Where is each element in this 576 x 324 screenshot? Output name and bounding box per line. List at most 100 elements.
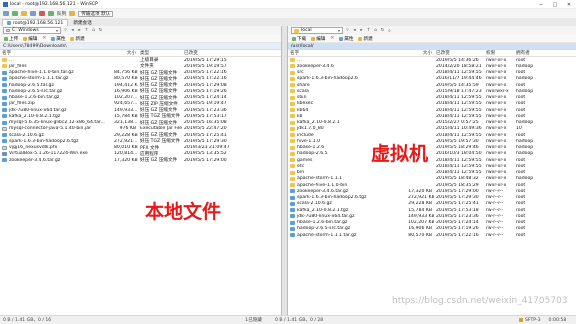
file-row[interactable]: jar_files 文件夹 2019/5/5 19:19:57 bbox=[0, 63, 281, 69]
properties-button[interactable]: 属性 bbox=[50, 36, 66, 42]
file-row[interactable]: scala-2.10.6.gz 29,228 KB 2019/5/5 17:25:4… bbox=[288, 201, 576, 207]
remote-edit-button[interactable]: 编辑 bbox=[310, 36, 326, 42]
local-view-icon[interactable] bbox=[3, 11, 9, 16]
properties-icon bbox=[339, 36, 344, 41]
local-path-bar[interactable]: C:\Users\78499\Downloads\ bbox=[0, 43, 281, 50]
minimize-button[interactable]: ─ bbox=[534, 0, 548, 9]
session-tab[interactable]: root@192.168.56.121 bbox=[2, 19, 69, 26]
file-type: 好压 TGZ 压缩文件 bbox=[140, 114, 180, 120]
file-changed: 2019/5/5 17:24:14 bbox=[436, 220, 479, 226]
file-row[interactable]: mysql-5.6.35-linux-glibc2.12-x86_64.tar.… bbox=[0, 120, 281, 126]
file-owner: hadoop bbox=[516, 120, 534, 126]
edit-button[interactable]: 编辑 bbox=[22, 36, 38, 42]
new-session-tab[interactable]: 新建会话 bbox=[68, 19, 97, 26]
transfer-options-select[interactable]: 传输选项 默认 bbox=[78, 10, 114, 17]
file-name-text: apache-storm-1.1.1.tar.gz bbox=[297, 232, 357, 238]
file-owner: root bbox=[516, 232, 526, 238]
filter-icon[interactable]: ▿ bbox=[345, 28, 350, 33]
queue-icon[interactable] bbox=[48, 11, 54, 16]
file-row[interactable]: zookeeper-3.4.6.tar.gz 17,320 KB 好压 GZ 压缩文… bbox=[0, 157, 281, 163]
file-row[interactable]: apache-hive-1.1.0-bin.tar.gz 84,756 KB 好压 … bbox=[0, 70, 281, 76]
file-permissions: rw-r--r-- bbox=[486, 207, 504, 213]
root-directory-icon[interactable]: ⌂ bbox=[373, 28, 378, 33]
file-size: 80,570 KB bbox=[114, 76, 138, 82]
file-row[interactable]: jdk-7u80-linux-x64.tar.gz 149,933... 好压 GZ… bbox=[0, 107, 281, 113]
file-name-text: apache-hive-1.1.0-bin.tar.gz bbox=[9, 70, 74, 76]
column-size[interactable]: 大小 bbox=[112, 50, 138, 56]
file-name-text: jdk-7u80-linux-x64.tar.gz bbox=[297, 213, 355, 219]
column-name[interactable]: 名字 bbox=[288, 50, 406, 56]
file-row[interactable]: hadoop-2.6.5-src.tar.gz 16,906 KB 2019/5/5… bbox=[288, 226, 576, 232]
file-row[interactable]: hadoop-2.6.5.tar.gz 194,412 KB 好压 GZ 压缩文件 2… bbox=[0, 82, 281, 88]
file-row[interactable]: spark-1.6.3-bin-hadoop2.6.tgz 272,921 KB 2… bbox=[288, 195, 576, 201]
file-name: scala-2.10.6.gz bbox=[288, 201, 406, 206]
file-row[interactable]: mysql-connector-java-5.1.40-bin.jar 976 K… bbox=[0, 126, 281, 132]
file-row[interactable]: hbase-1.2.6-bin.tar.gz 102,207 KB 2019/5/5… bbox=[288, 220, 576, 226]
root-directory-icon[interactable]: ⌂ bbox=[91, 28, 96, 33]
column-permissions[interactable]: 权限 bbox=[484, 50, 514, 56]
column-changed[interactable]: 已改变 bbox=[182, 50, 240, 56]
find-files-icon[interactable]: ⌕ bbox=[387, 28, 392, 34]
maximize-button[interactable]: □ bbox=[548, 0, 562, 9]
transfer-options-label: 传输选项 默认 bbox=[81, 11, 111, 17]
local-files-annotation: 本地文件 bbox=[145, 201, 222, 223]
file-row[interactable]: apache-storm-1.1.1.tar.gz 80,570 KB 2019/5… bbox=[288, 232, 576, 238]
filter-icon[interactable]: ▿ bbox=[63, 28, 68, 33]
console-icon[interactable] bbox=[30, 11, 36, 16]
file-changed: 2019/5/5 17:23:36 bbox=[436, 213, 479, 219]
back-icon[interactable]: ◂ bbox=[352, 28, 357, 33]
delete-button[interactable]: ✕ bbox=[41, 36, 47, 42]
synchronize-icon[interactable] bbox=[12, 11, 18, 16]
file-name: jar_files bbox=[0, 64, 112, 69]
folder-compare-icon[interactable] bbox=[21, 11, 27, 16]
upload-button[interactable]: 上传 bbox=[3, 36, 19, 42]
close-button[interactable]: ✕ bbox=[562, 0, 576, 9]
file-changed: 2018/4/11 12:59:55 bbox=[436, 70, 482, 76]
file-name: kafka_2.10-0.8.2.1 bbox=[288, 120, 406, 125]
download-label: 下载 bbox=[297, 36, 307, 42]
parent-directory-icon[interactable]: ↑ bbox=[84, 28, 89, 33]
file-name: zookeeper-3.4.6.tar.gz bbox=[0, 158, 112, 163]
new-button[interactable]: 新建 bbox=[69, 36, 85, 42]
refresh-icon[interactable]: ↻ bbox=[98, 28, 103, 33]
refresh-icon[interactable]: ↻ bbox=[380, 28, 385, 33]
queue-label[interactable]: 队列 bbox=[57, 11, 66, 17]
file-size: 272,921 KB bbox=[408, 195, 434, 201]
file-row[interactable]: .. 上级目录 2019/5/5 17:29:15 bbox=[0, 57, 281, 63]
remote-properties-button[interactable]: 属性 bbox=[338, 36, 354, 42]
column-name[interactable]: 名字 bbox=[0, 50, 112, 56]
file-row[interactable]: spark-1.6.3-bin-hadoop2.6.tgz 272,921... 好… bbox=[0, 138, 281, 144]
column-size[interactable]: 大小 bbox=[406, 50, 434, 56]
column-owner[interactable]: 拥有者 bbox=[514, 50, 544, 56]
column-type[interactable]: 类型 bbox=[138, 50, 182, 56]
forward-icon[interactable]: ▸ bbox=[359, 28, 364, 33]
file-permissions: rwxr-xr-x bbox=[486, 151, 507, 157]
file-row[interactable]: jdk-7u80-linux-x64.tar.gz 149,933 KB 2019/… bbox=[288, 213, 576, 219]
local-drive-select[interactable]: C: Windows ▾ bbox=[3, 27, 61, 34]
remote-dir-select[interactable]: local ▾ bbox=[291, 27, 343, 34]
transfer-settings-icon[interactable] bbox=[69, 11, 76, 16]
file-name-text: jar_files bbox=[9, 63, 27, 69]
file-row[interactable]: jar_files.zip 924,657... 好压 ZIP 压缩文件 2019/5… bbox=[0, 101, 281, 107]
forward-icon[interactable]: ▸ bbox=[77, 28, 82, 33]
file-row[interactable]: kafka_2.10-0.8.2.1.tgz 15,784 KB 好压 TGZ 压缩… bbox=[0, 113, 281, 119]
file-row[interactable]: vjgj16_nexusvdlk.pfx 80,010 KB PFX 文件 2019/… bbox=[0, 145, 281, 151]
column-changed[interactable]: 已改变 bbox=[434, 50, 484, 56]
remote-new-button[interactable]: 新建 bbox=[357, 36, 373, 42]
file-row[interactable]: apache-storm-1.1.1.tar.gz 80,570 KB 好压 GZ … bbox=[0, 76, 281, 82]
file-size: 194,412 KB bbox=[114, 82, 138, 88]
parent-directory-icon[interactable]: ↑ bbox=[366, 28, 371, 33]
download-button[interactable]: 下载 bbox=[291, 36, 307, 42]
settings-icon[interactable] bbox=[39, 11, 45, 16]
back-icon[interactable]: ◂ bbox=[70, 28, 75, 33]
file-row[interactable]: zookeeper-3.4.6.tar.gz 17,320 KB 2019/5/5 … bbox=[288, 188, 576, 194]
remote-path-bar[interactable]: /usr/local/ bbox=[288, 43, 576, 50]
file-row[interactable]: VirtualBox-5.1.26-117224-Win.exe 120,814.… bbox=[0, 151, 281, 157]
file-row[interactable]: hbase-1.2.6-bin.tar.gz 102,207... 好压 GZ 压缩… bbox=[0, 95, 281, 101]
file-row[interactable]: hadoop-2.6.5-src.tar.gz 16,906 KB 好压 GZ 压缩… bbox=[0, 88, 281, 94]
file-row[interactable]: scala-2.10.6.gz 29,228 KB 好压 GZ 压缩文件 2019/5… bbox=[0, 132, 281, 138]
session-time: 0:00:58 bbox=[548, 317, 567, 323]
remote-delete-button[interactable]: ✕ bbox=[329, 36, 335, 42]
file-name: .. bbox=[0, 58, 112, 63]
file-row[interactable]: kafka_2.10-0.8.2.1.tgz 15,784 KB 2019/5/5 … bbox=[288, 207, 576, 213]
